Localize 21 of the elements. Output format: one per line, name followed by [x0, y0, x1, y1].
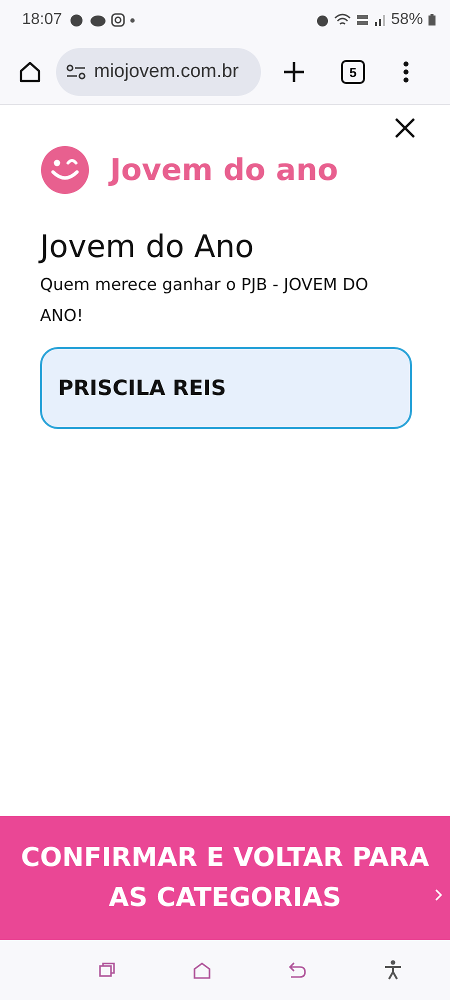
camera-icon — [111, 13, 126, 27]
confirm-button[interactable]: CONFIRMAR E VOLTAR PARA AS CATEGORIAS — [0, 816, 450, 940]
page-title: Jovem do Ano — [40, 229, 255, 265]
url-text: miojovem.com.br — [94, 61, 239, 83]
site-settings-icon[interactable] — [66, 64, 86, 80]
chevron-right-icon — [435, 889, 442, 901]
recent-apps-icon — [98, 962, 116, 978]
tab-count-button[interactable]: 5 — [341, 60, 365, 84]
candidate-option[interactable]: PRISCILA REIS — [40, 347, 412, 429]
wifi-icon — [334, 13, 351, 27]
winking-face-icon — [40, 145, 90, 195]
battery-icon — [428, 14, 436, 26]
dot-icon — [130, 18, 136, 22]
signal-icon — [374, 14, 386, 26]
status-time: 18:07 — [22, 11, 62, 29]
question-text: Quem merece ganhar o PJB - JOVEM DO ANO! — [40, 274, 370, 327]
new-tab-button[interactable] — [281, 59, 307, 85]
menu-button[interactable] — [401, 59, 411, 85]
battery-percent: 58% — [390, 11, 423, 29]
address-bar[interactable]: miojovem.com.br — [56, 48, 261, 96]
brand-name: Jovem do ano — [110, 152, 338, 188]
